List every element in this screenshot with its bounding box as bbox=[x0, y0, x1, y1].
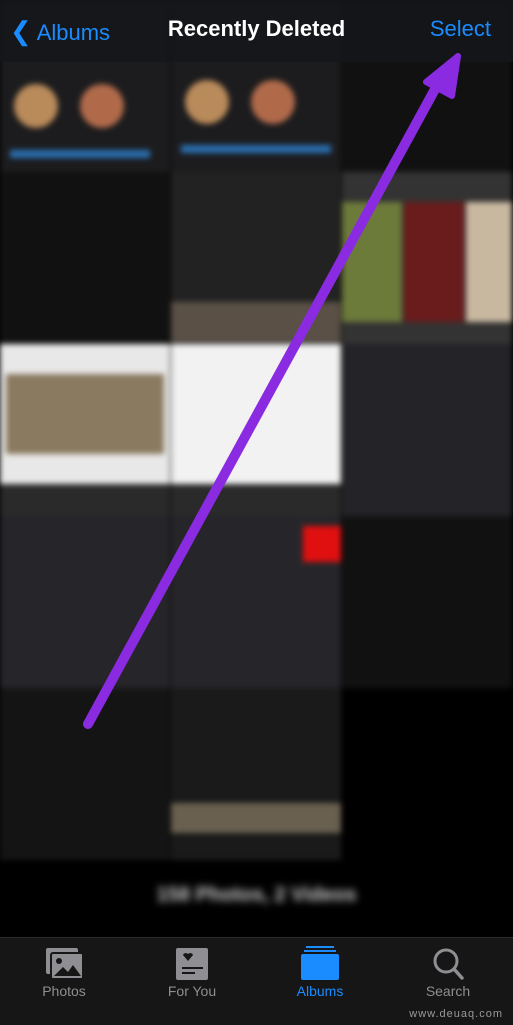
item-count: 158 Photos, 2 Videos bbox=[156, 884, 357, 906]
watermark: www.deuaq.com bbox=[409, 1008, 503, 1020]
tab-label: Albums bbox=[296, 983, 344, 999]
tab-label: Photos bbox=[42, 983, 86, 999]
tab-albums[interactable]: Albums bbox=[256, 938, 384, 1025]
tab-for-you[interactable]: For You bbox=[128, 938, 256, 1025]
tab-label: For You bbox=[167, 983, 217, 999]
albums-icon bbox=[301, 946, 339, 980]
for-you-icon bbox=[176, 948, 208, 980]
annotation-arrow bbox=[83, 53, 461, 729]
tab-photos[interactable]: Photos bbox=[0, 938, 128, 1025]
photos-icon bbox=[46, 948, 84, 980]
search-icon bbox=[433, 948, 464, 980]
tab-label: Search bbox=[425, 983, 471, 999]
